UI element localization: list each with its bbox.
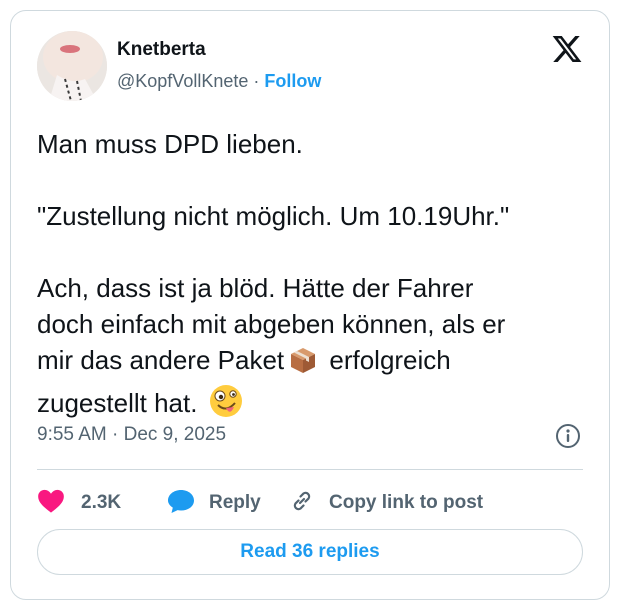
- read-replies-button[interactable]: Read 36 replies: [37, 529, 583, 575]
- separator: ·: [253, 71, 260, 91]
- tweet-text: Man muss DPD lieben. "Zustellung nicht m…: [37, 126, 597, 427]
- info-icon[interactable]: [555, 423, 581, 449]
- tweet-card: Knetberta @KopfVollKnete · Follow Man mu…: [10, 10, 610, 600]
- copy-link-button[interactable]: Copy link to post: [289, 488, 483, 519]
- package-emoji: [288, 345, 318, 384]
- author-name[interactable]: Knetberta: [117, 39, 206, 61]
- divider: [37, 469, 583, 470]
- tweet-line-1: Man muss DPD lieben.: [37, 129, 303, 159]
- tweet-line-2: "Zustellung nicht möglich. Um 10.19Uhr.": [37, 201, 510, 231]
- link-icon: [289, 488, 315, 519]
- heart-icon: [37, 488, 65, 519]
- reply-bubble-icon: [167, 488, 195, 519]
- copy-link-label: Copy link to post: [329, 492, 484, 513]
- avatar[interactable]: [37, 31, 107, 101]
- post-timestamp[interactable]: 9:55 AM · Dec 9, 2025: [37, 424, 226, 446]
- reply-button[interactable]: Reply: [167, 488, 289, 519]
- reply-label: Reply: [209, 492, 261, 513]
- read-replies-label: Read 36 replies: [240, 541, 380, 562]
- zany-face-emoji: [209, 384, 243, 427]
- follow-button[interactable]: Follow: [264, 71, 321, 91]
- author-handle[interactable]: @KopfVollKnete: [117, 71, 248, 91]
- action-bar: 2.3K Reply Copy link to post: [37, 483, 483, 523]
- x-logo-icon[interactable]: [551, 33, 583, 65]
- like-count: 2.3K: [81, 492, 122, 513]
- author-handle-row: @KopfVollKnete · Follow: [117, 71, 321, 92]
- like-button[interactable]: 2.3K: [37, 488, 167, 519]
